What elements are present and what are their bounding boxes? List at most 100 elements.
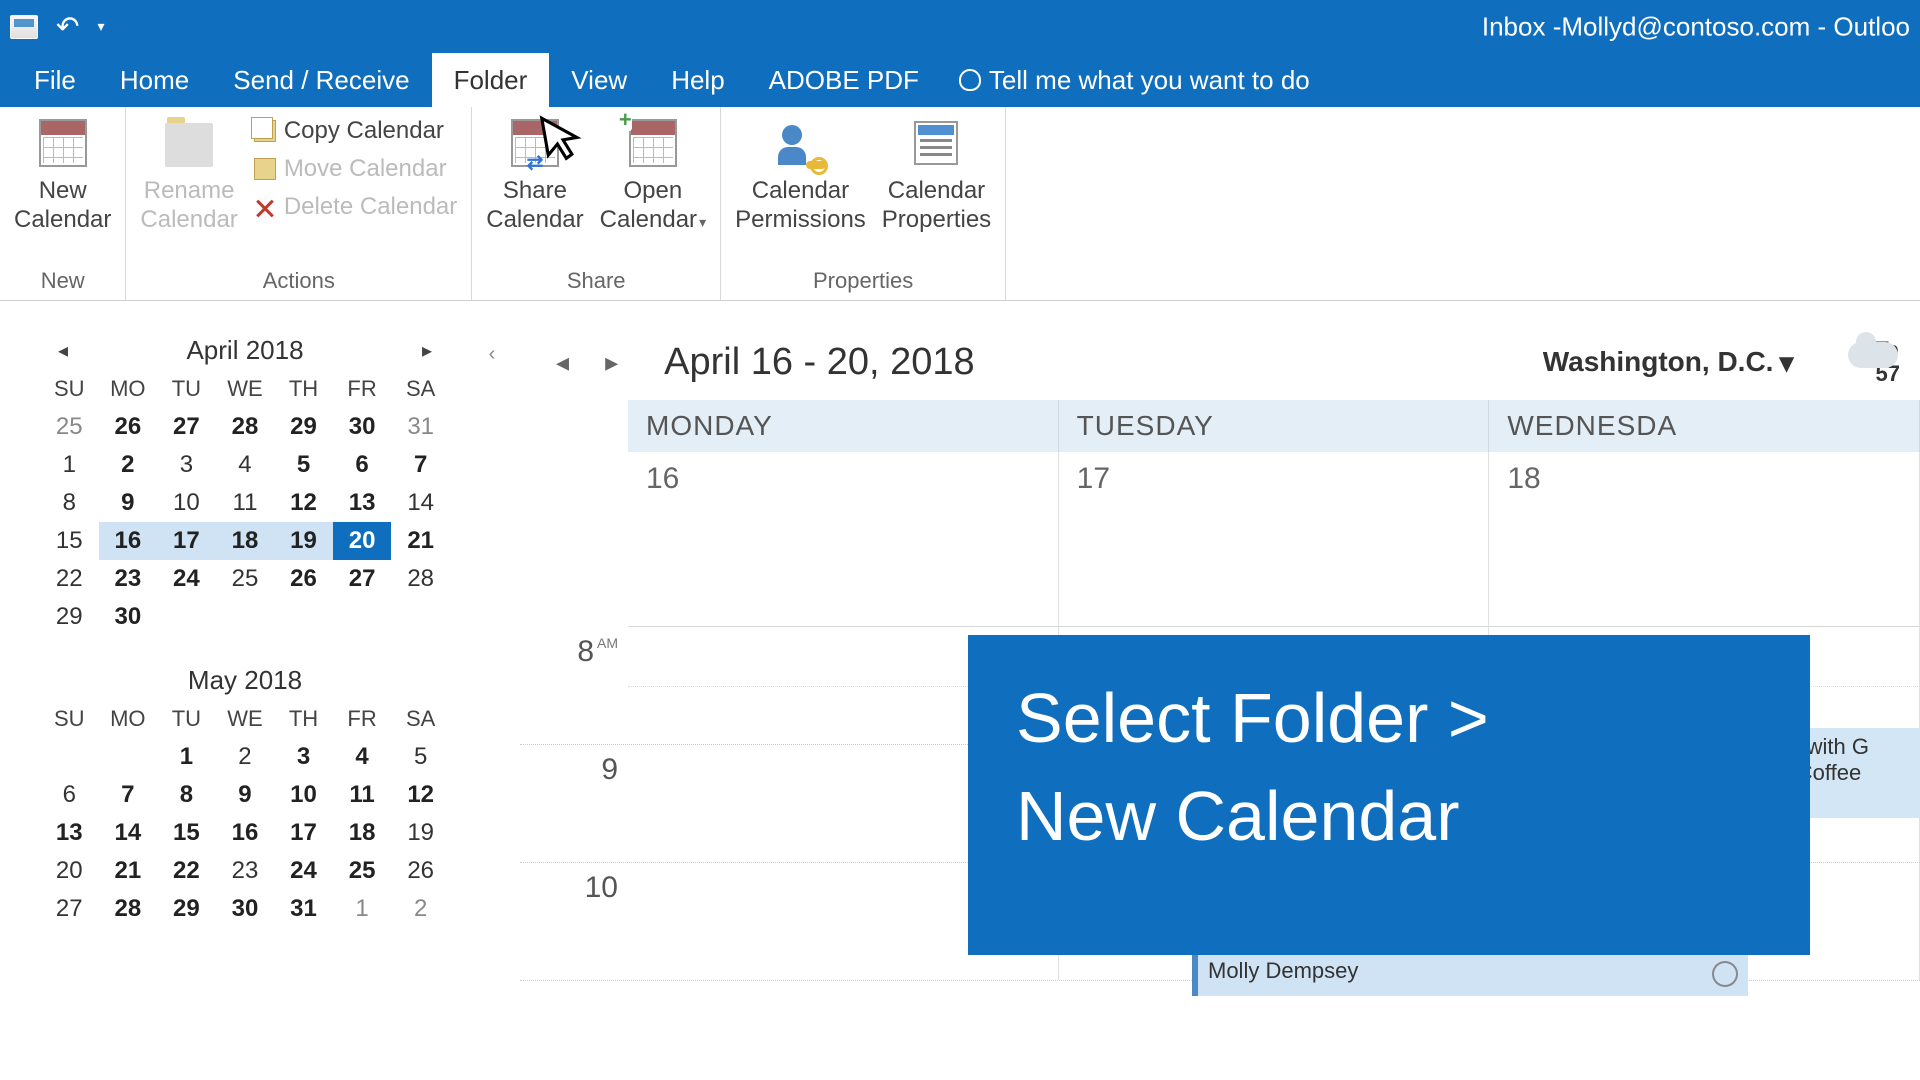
mini-day[interactable]: 1: [333, 890, 392, 928]
new-calendar-button[interactable]: New Calendar: [8, 113, 117, 237]
mini-day[interactable]: 16: [216, 814, 275, 852]
mini-day[interactable]: 4: [333, 738, 392, 776]
mini-day[interactable]: 1: [40, 446, 99, 484]
next-month-icon[interactable]: ▸: [414, 334, 440, 367]
mini-day[interactable]: 6: [333, 446, 392, 484]
mini-day[interactable]: 31: [274, 890, 333, 928]
prev-week-icon[interactable]: ◂: [548, 343, 577, 382]
mini-day[interactable]: 19: [274, 522, 333, 560]
qat-customize-icon[interactable]: ▾: [97, 18, 104, 35]
undo-icon[interactable]: ↶: [56, 10, 79, 43]
mini-day[interactable]: 7: [99, 776, 158, 814]
mini-day[interactable]: 20: [40, 852, 99, 890]
mini-day[interactable]: 11: [216, 484, 275, 522]
tab-help[interactable]: Help: [649, 53, 746, 107]
mini-day[interactable]: 30: [333, 408, 392, 446]
mini-day[interactable]: 25: [40, 408, 99, 446]
mini-day[interactable]: 8: [157, 776, 216, 814]
mini-day[interactable]: 31: [391, 408, 450, 446]
day-number[interactable]: 18: [1489, 452, 1920, 626]
calendar-properties-button[interactable]: Calendar Properties: [876, 113, 997, 237]
day-number[interactable]: 17: [1059, 452, 1490, 626]
mini-day[interactable]: 29: [274, 408, 333, 446]
day-number[interactable]: 16: [628, 452, 1059, 626]
mini-day[interactable]: 29: [157, 890, 216, 928]
mini-day[interactable]: [216, 598, 275, 636]
mini-day[interactable]: 27: [333, 560, 392, 598]
tab-file[interactable]: File: [12, 53, 98, 107]
mini-day[interactable]: [333, 598, 392, 636]
mini-day[interactable]: 27: [40, 890, 99, 928]
tab-view[interactable]: View: [549, 53, 649, 107]
tab-folder[interactable]: Folder: [432, 53, 550, 107]
mini-day[interactable]: 13: [40, 814, 99, 852]
mini-day[interactable]: 26: [391, 852, 450, 890]
mini-day[interactable]: 30: [216, 890, 275, 928]
mini-day[interactable]: 14: [99, 814, 158, 852]
mini-day[interactable]: 12: [274, 484, 333, 522]
mini-day[interactable]: [157, 598, 216, 636]
mini-day[interactable]: 24: [274, 852, 333, 890]
copy-calendar-button[interactable]: Copy Calendar: [248, 113, 463, 149]
weather-widget[interactable]: To 57: [1834, 338, 1900, 386]
send-receive-qat-icon[interactable]: [10, 15, 38, 39]
mini-day[interactable]: 14: [391, 484, 450, 522]
tell-me-search[interactable]: Tell me what you want to do: [941, 53, 1310, 107]
mini-day[interactable]: 26: [99, 408, 158, 446]
mini-day[interactable]: 21: [99, 852, 158, 890]
mini-day[interactable]: 23: [216, 852, 275, 890]
mini-calendar-grid[interactable]: SUMOTUWETHFRSA25262728293031123456789101…: [40, 370, 450, 636]
weather-location[interactable]: Washington, D.C.▾: [1543, 346, 1794, 379]
share-calendar-button[interactable]: ⇄ Share Calendar: [480, 113, 589, 237]
mini-day[interactable]: 3: [157, 446, 216, 484]
mini-day[interactable]: 10: [274, 776, 333, 814]
mini-day[interactable]: 28: [216, 408, 275, 446]
mini-day[interactable]: 9: [216, 776, 275, 814]
mini-day[interactable]: 25: [333, 852, 392, 890]
mini-day[interactable]: 5: [391, 738, 450, 776]
mini-day[interactable]: [274, 598, 333, 636]
mini-calendar-grid[interactable]: SUMOTUWETHFRSA12345678910111213141516171…: [40, 700, 450, 928]
calendar-event-molly[interactable]: Molly Dempsey: [1192, 952, 1748, 996]
mini-day[interactable]: 20: [333, 522, 392, 560]
tab-home[interactable]: Home: [98, 53, 211, 107]
next-week-icon[interactable]: ▸: [597, 343, 626, 382]
mini-day[interactable]: 8: [40, 484, 99, 522]
mini-day[interactable]: 9: [99, 484, 158, 522]
mini-day[interactable]: 25: [216, 560, 275, 598]
mini-day[interactable]: 17: [274, 814, 333, 852]
tab-adobe-pdf[interactable]: ADOBE PDF: [747, 53, 941, 107]
mini-day[interactable]: 10: [157, 484, 216, 522]
prev-month-icon[interactable]: ◂: [50, 334, 76, 367]
mini-day[interactable]: 22: [40, 560, 99, 598]
mini-day[interactable]: 30: [99, 598, 158, 636]
calendar-permissions-button[interactable]: Calendar Permissions: [729, 113, 872, 237]
mini-day[interactable]: 6: [40, 776, 99, 814]
mini-day[interactable]: 18: [216, 522, 275, 560]
mini-day[interactable]: 2: [99, 446, 158, 484]
mini-day[interactable]: [99, 738, 158, 776]
mini-day[interactable]: 3: [274, 738, 333, 776]
mini-day[interactable]: 15: [40, 522, 99, 560]
mini-day[interactable]: 4: [216, 446, 275, 484]
mini-day[interactable]: 1: [157, 738, 216, 776]
mini-day[interactable]: 24: [157, 560, 216, 598]
mini-day[interactable]: 22: [157, 852, 216, 890]
mini-day[interactable]: [40, 738, 99, 776]
mini-day[interactable]: 29: [40, 598, 99, 636]
mini-day[interactable]: 27: [157, 408, 216, 446]
mini-day[interactable]: 7: [391, 446, 450, 484]
mini-day[interactable]: 16: [99, 522, 158, 560]
mini-day[interactable]: [391, 598, 450, 636]
mini-day[interactable]: 11: [333, 776, 392, 814]
mini-day[interactable]: 18: [333, 814, 392, 852]
mini-day[interactable]: 12: [391, 776, 450, 814]
mini-day[interactable]: 21: [391, 522, 450, 560]
mini-day[interactable]: 5: [274, 446, 333, 484]
mini-day[interactable]: 26: [274, 560, 333, 598]
tab-send-receive[interactable]: Send / Receive: [211, 53, 431, 107]
mini-day[interactable]: 13: [333, 484, 392, 522]
mini-day[interactable]: 19: [391, 814, 450, 852]
mini-day[interactable]: 28: [99, 890, 158, 928]
mini-day[interactable]: 23: [99, 560, 158, 598]
